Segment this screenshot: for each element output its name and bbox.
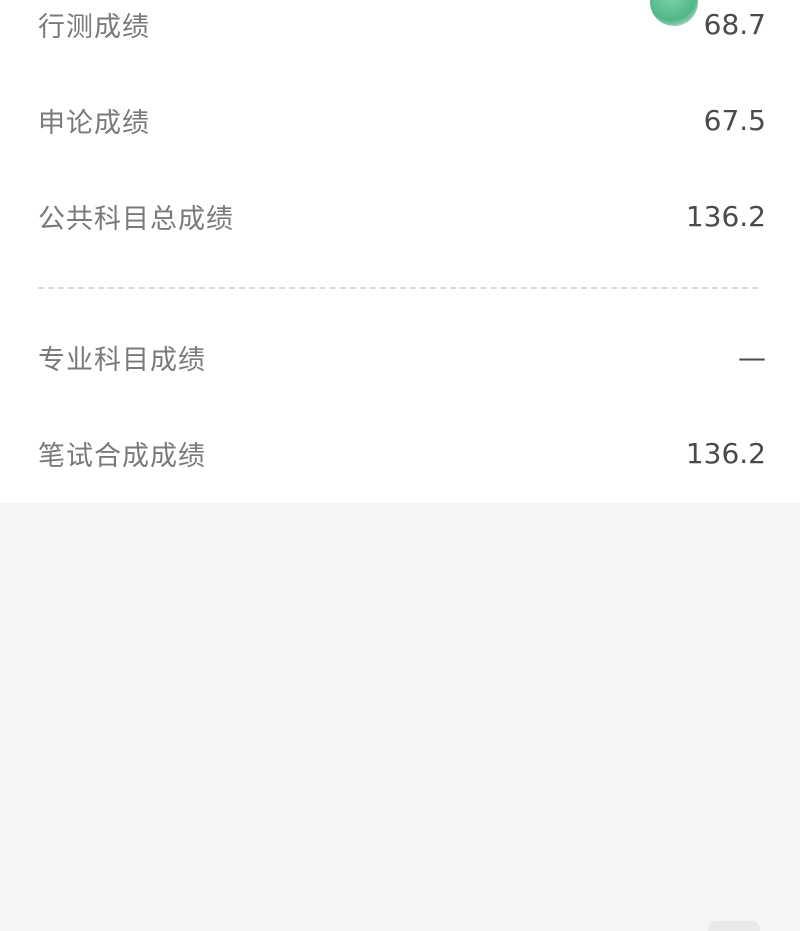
score-value: —	[738, 340, 766, 374]
score-value: 68.7	[703, 7, 766, 41]
bottom-corner-tab	[708, 921, 760, 931]
score-value: 136.2	[685, 199, 766, 233]
score-label: 笔试合成成绩	[38, 440, 206, 472]
scores-card: 行测成绩 68.7 申论成绩 67.5 公共科目总成绩 136.2 专业科目成绩…	[0, 0, 800, 503]
score-row-professional: 专业科目成绩 —	[38, 337, 766, 377]
score-value: 67.5	[703, 103, 766, 137]
score-label: 公共科目总成绩	[38, 203, 234, 235]
score-row-xingce: 行测成绩 68.7	[38, 4, 766, 44]
score-row-shenlun: 申论成绩 67.5	[38, 100, 766, 140]
score-label: 申论成绩	[38, 107, 150, 139]
score-row-written-total: 笔试合成成绩 136.2	[38, 433, 766, 473]
dashed-divider	[38, 287, 758, 289]
score-label: 行测成绩	[38, 11, 150, 43]
score-label: 专业科目成绩	[38, 344, 206, 376]
score-row-public-total: 公共科目总成绩 136.2	[38, 196, 766, 236]
score-value: 136.2	[685, 436, 766, 470]
